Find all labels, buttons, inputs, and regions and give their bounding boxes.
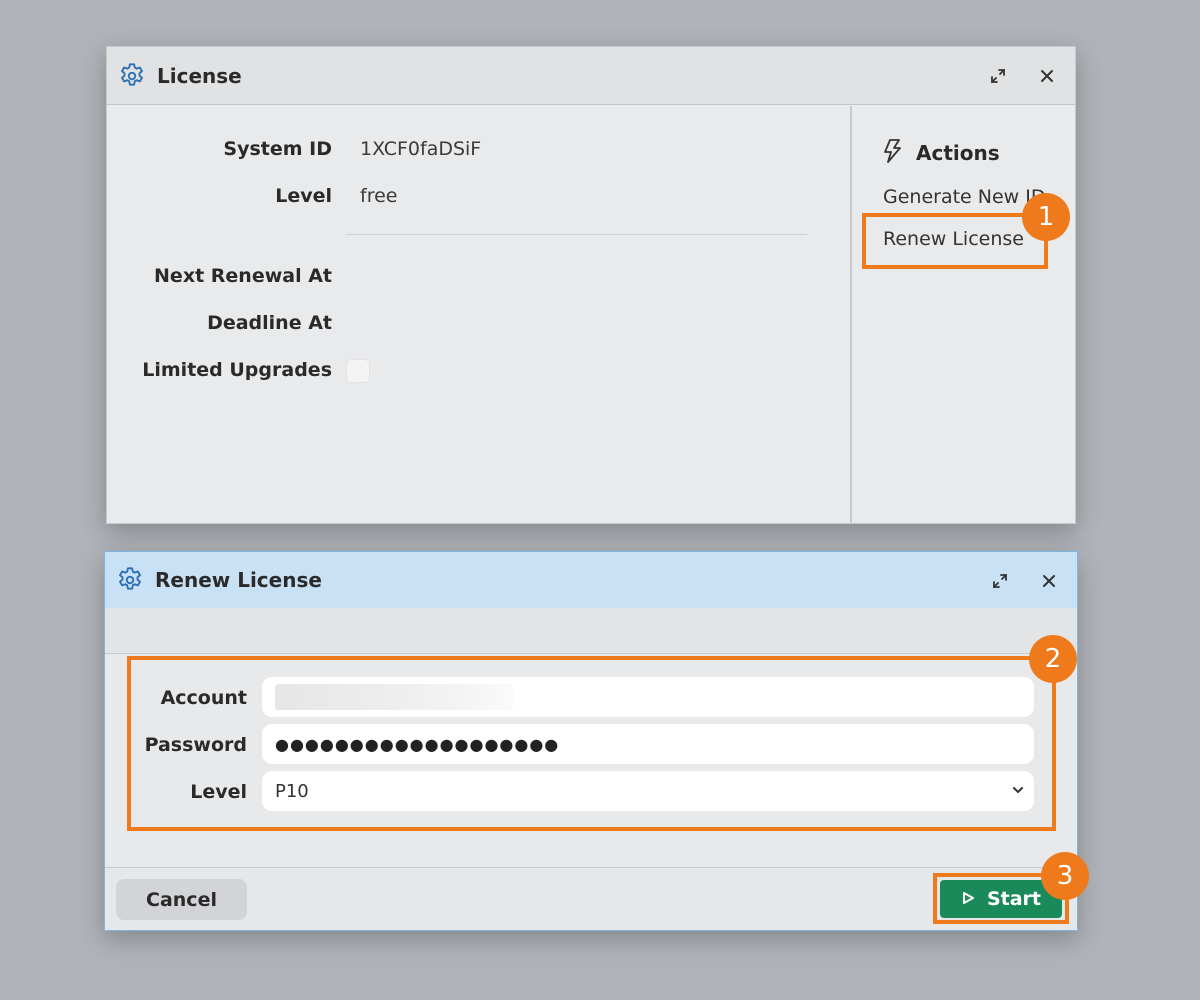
renew-license-link[interactable]: Renew License — [883, 228, 1024, 250]
restore-icon[interactable] — [985, 566, 1015, 596]
license-window: License System ID 1XCF0faDSiF Level free… — [106, 46, 1076, 524]
actions-title: Actions — [916, 141, 1000, 165]
renew-dialog-title: Renew License — [155, 568, 322, 592]
account-label: Account — [160, 687, 247, 709]
license-titlebar: License — [107, 47, 1075, 105]
level-value: free — [360, 185, 398, 207]
dialog-toolbar — [105, 608, 1077, 654]
restore-icon[interactable] — [983, 61, 1013, 91]
limited-upgrades-label: Limited Upgrades — [142, 359, 332, 381]
dialog-footer: Cancel Start — [105, 867, 1077, 930]
system-id-value: 1XCF0faDSiF — [360, 138, 482, 160]
start-label: Start — [986, 888, 1042, 910]
gear-icon — [117, 61, 147, 91]
level-select-label: Level — [190, 781, 247, 803]
limited-upgrades-checkbox[interactable] — [346, 359, 370, 383]
license-window-title: License — [157, 63, 242, 88]
password-input[interactable]: ●●●●●●●●●●●●●●●●●●● — [262, 724, 1034, 764]
chevron-down-icon — [1010, 782, 1026, 798]
level-label: Level — [275, 185, 332, 207]
close-icon[interactable] — [1032, 61, 1062, 91]
account-input[interactable] — [262, 677, 1034, 717]
lightning-icon — [880, 138, 904, 168]
system-id-label: System ID — [223, 138, 332, 160]
level-select[interactable]: P10 — [262, 771, 1034, 811]
password-value: ●●●●●●●●●●●●●●●●●●● — [275, 734, 560, 754]
next-renewal-label: Next Renewal At — [154, 265, 332, 287]
gear-icon — [115, 565, 145, 595]
actions-heading: Actions — [880, 138, 1000, 168]
renew-license-dialog: Renew License Account Password ●●●●●●●●●… — [104, 551, 1078, 931]
step-badge-1: 1 — [1022, 193, 1070, 241]
generate-new-id-link[interactable]: Generate New ID — [883, 186, 1046, 208]
account-value-redacted — [275, 684, 513, 710]
renew-titlebar: Renew License — [105, 552, 1077, 608]
step-badge-3: 3 — [1041, 852, 1089, 900]
deadline-label: Deadline At — [207, 312, 332, 334]
password-label: Password — [144, 734, 247, 756]
cancel-button[interactable]: Cancel — [116, 879, 247, 920]
divider — [346, 234, 807, 235]
actions-pane: Actions Generate New ID Renew License — [850, 106, 1075, 523]
license-details-pane: System ID 1XCF0faDSiF Level free Next Re… — [107, 106, 850, 523]
step-badge-2: 2 — [1029, 635, 1077, 683]
close-icon[interactable] — [1034, 566, 1064, 596]
play-icon — [961, 888, 975, 910]
level-select-value: P10 — [275, 780, 309, 802]
